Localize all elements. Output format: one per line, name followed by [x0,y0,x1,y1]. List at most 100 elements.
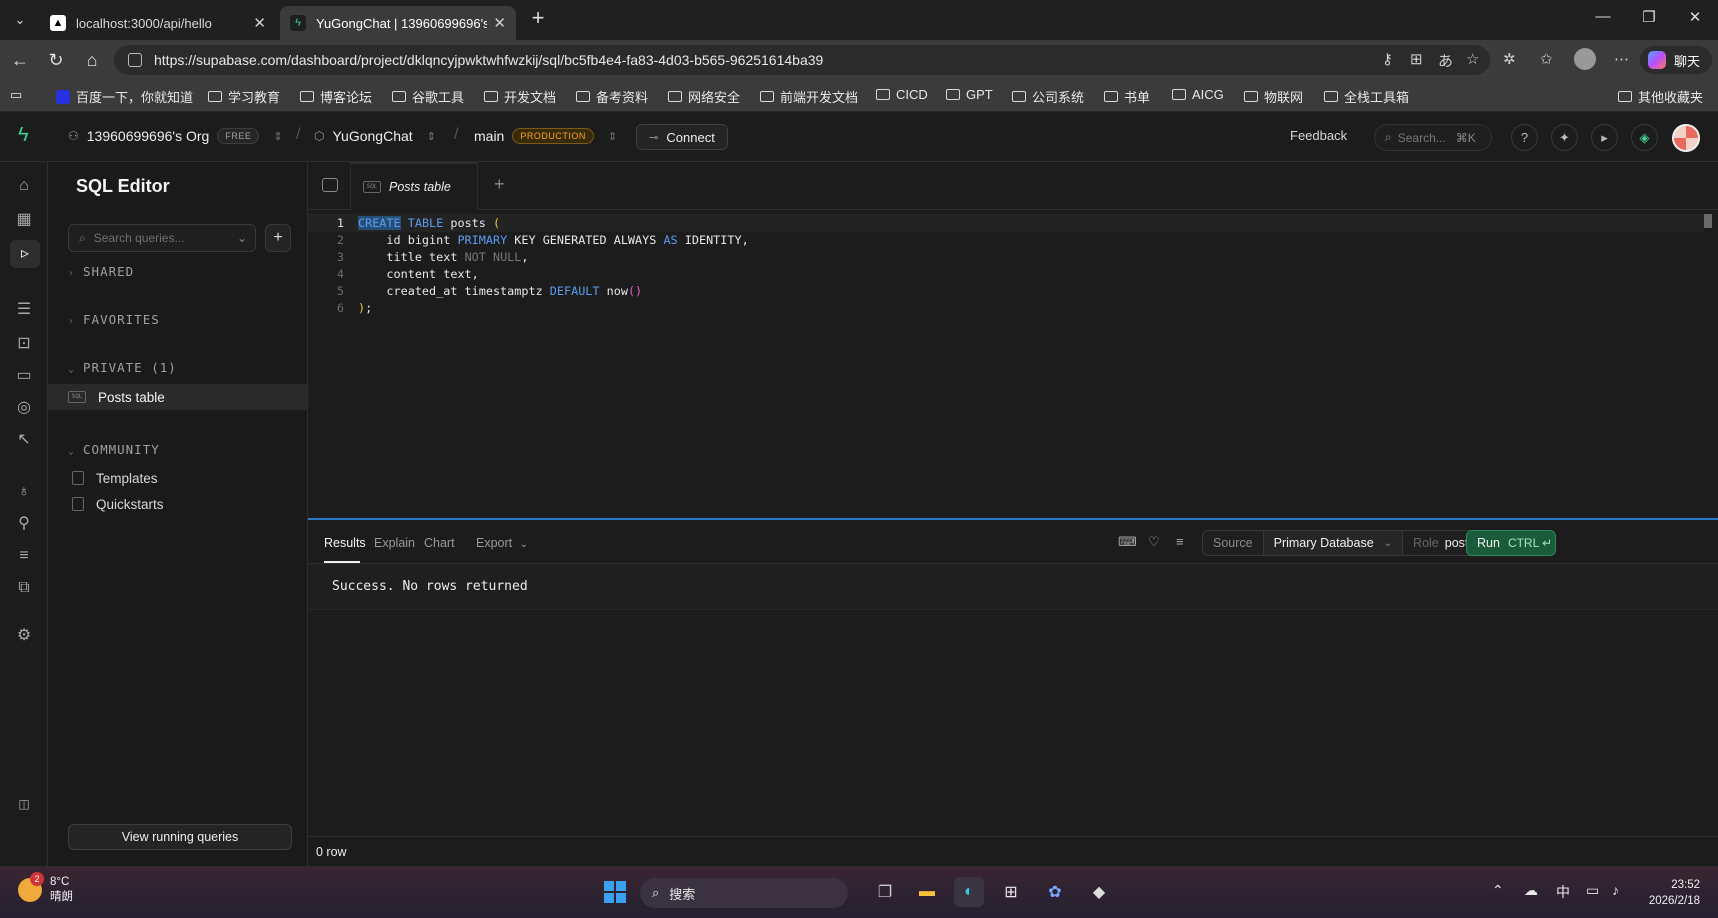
bookmark-folder[interactable]: AICG [1172,87,1224,102]
reading-list-icon[interactable]: ▭ [10,87,22,103]
minimize-icon[interactable]: — [1580,8,1626,25]
collapse-sidebar-icon[interactable]: ◫ [14,794,34,814]
bookmark-folder[interactable]: 开发文档 [484,87,556,106]
bookmark-folder[interactable]: 书单 [1104,87,1150,106]
editor-scrollbar[interactable] [1704,214,1712,228]
bookmark-folder[interactable]: 物联网 [1244,87,1303,106]
volume-icon[interactable]: ♪ [1612,882,1619,898]
more-menu-icon[interactable]: ⋯ [1614,50,1629,68]
help-icon[interactable]: ? [1511,124,1538,151]
filter-chevrons-icon[interactable]: ⌄ [237,231,247,245]
table-editor-icon[interactable]: ▦ [14,210,34,230]
user-avatar[interactable] [1672,124,1700,152]
connect-button[interactable]: ⊸ Connect [636,124,728,150]
auth-lock-icon[interactable]: ⊡ [14,334,34,354]
weather-widget[interactable]: 2 8°C 晴朗 [18,872,73,905]
integrations-icon[interactable]: ⧉ [14,578,34,598]
reports-icon[interactable]: ⚲ [14,514,34,534]
org-selector[interactable]: ⚇ 13960699696's Org FREE ⇕ [68,128,283,144]
close-tab-icon[interactable]: ✕ [253,14,266,32]
bookmark-folder[interactable]: 网络安全 [668,87,740,106]
bookmark-folder[interactable]: 前端开发文档 [760,87,858,106]
run-query-button[interactable]: Run CTRL ↵ [1466,530,1556,556]
new-query-tab-icon[interactable]: + [494,174,505,195]
url-bar[interactable]: https://supabase.com/dashboard/project/d… [114,45,1490,75]
restore-icon[interactable]: ❐ [1626,8,1672,26]
tab-export[interactable]: Export ⌄ [476,536,528,550]
view-running-queries-button[interactable]: View running queries [68,824,292,850]
bookmark-folder[interactable]: 备考资料 [576,87,648,106]
community-quickstarts[interactable]: Quickstarts [48,491,307,517]
query-tab-posts-table[interactable]: SQL Posts table [350,162,478,210]
snippet-posts-table[interactable]: SQL Posts table [48,384,307,410]
copilot-chat-button[interactable]: 聊天 [1640,46,1712,74]
bookmark-folder[interactable]: 全栈工具箱 [1324,87,1409,106]
logs-icon[interactable]: ≡ [14,546,34,566]
bookmark-folder[interactable]: 公司系统 [1012,87,1084,106]
tab-actions-chevron-icon[interactable]: ⌄ [8,8,32,32]
home-icon[interactable]: ⌂ [80,48,104,72]
edge-browser-icon[interactable]: ◐ [954,877,984,907]
section-private[interactable]: ⌄ PRIVATE (1) [68,360,177,375]
code-editor[interactable]: 1 CREATE TABLE posts ( 2 id bigint PRIMAR… [308,210,1718,568]
tab-results[interactable]: Results [324,536,366,550]
database-select[interactable]: Primary Database ⌄ [1263,531,1404,555]
section-shared[interactable]: › SHARED [68,264,134,279]
database-icon[interactable]: ☰ [14,300,34,320]
back-icon[interactable]: ← [8,48,32,72]
browser-tab-supabase[interactable]: ϟ YuGongChat | 13960699696's Org ✕ [280,6,516,40]
section-community[interactable]: ⌄ COMMUNITY [68,442,160,457]
lightbulb-icon[interactable]: ✦ [1551,124,1578,151]
site-info-icon[interactable] [128,53,142,67]
app-cube-icon[interactable]: ◆ [1084,877,1114,907]
bookmark-folder[interactable]: GPT [946,87,993,102]
translate-icon[interactable]: あ [1438,50,1453,71]
tab-explain[interactable]: Explain [374,536,415,550]
browser-tab-localhost[interactable]: ▲ localhost:3000/api/hello ✕ [40,6,276,40]
assistant-icon[interactable]: ◈ [1631,124,1658,151]
tab-chart[interactable]: Chart [424,536,455,550]
bookmark-folder[interactable]: CICD [876,87,928,102]
network-icon[interactable]: ▭ [1586,882,1599,899]
start-windows-icon[interactable] [600,877,630,907]
advisors-icon[interactable]: ♁ [14,482,34,502]
new-query-button[interactable]: + [265,224,291,252]
terminal-icon[interactable]: ▸ [1591,124,1618,151]
feedback-button[interactable]: Feedback [1290,128,1347,143]
sql-editor-icon[interactable]: ▹ [10,240,40,268]
section-favorites[interactable]: › FAVORITES [68,312,160,327]
settings-gear-icon[interactable]: ⚙ [14,626,34,646]
new-tab-icon[interactable]: + [526,6,550,30]
extensions-icon[interactable]: ✲ [1503,50,1516,68]
branch-selector[interactable]: main PRODUCTION ⇕ [474,128,617,144]
ime-indicator[interactable]: 中 [1556,882,1570,902]
bookmark-baidu[interactable]: 百度一下，你就知道 [56,87,193,106]
favorites-icon[interactable]: ✩ [1540,50,1553,68]
task-view-icon[interactable]: ❐ [870,877,900,907]
keyboard-icon[interactable]: ⌨ [1118,534,1137,550]
community-templates[interactable]: Templates [48,465,307,491]
edge-functions-icon[interactable]: ◎ [14,398,34,418]
file-explorer-icon[interactable]: ▬ [912,877,942,907]
cloud-icon[interactable]: ☁ [1524,882,1538,899]
supabase-logo-icon[interactable]: ϟ [18,124,29,147]
close-tab-icon[interactable]: ✕ [493,14,506,32]
search-queries-input[interactable]: ⌕ Search queries... ⌄ [68,224,256,252]
apps-icon[interactable]: ⊞ [1410,50,1423,68]
storage-icon[interactable]: ▭ [14,366,34,386]
close-window-icon[interactable]: ✕ [1672,8,1718,26]
home-icon[interactable]: ⌂ [14,176,34,196]
taskbar-search[interactable]: ⌕ 搜索 [640,878,848,908]
realtime-icon[interactable]: ↖ [14,430,34,450]
bookmark-folder[interactable]: 谷歌工具 [392,87,464,106]
key-icon[interactable]: ⚷ [1382,50,1393,68]
profile-icon[interactable] [1574,48,1596,70]
clock[interactable]: 23:52 2026/2/18 [1649,877,1700,909]
refresh-icon[interactable]: ↻ [44,48,68,72]
show-hidden-icons-icon[interactable]: ⌃ [1492,882,1504,899]
bookmark-folder[interactable]: 博客论坛 [300,87,372,106]
global-search[interactable]: ⌕ Search... ⌘K [1374,124,1492,151]
heart-icon[interactable]: ♡ [1148,534,1160,550]
bookmark-folder[interactable]: 学习教育 [208,87,280,106]
store-icon[interactable]: ⊞ [996,877,1026,907]
